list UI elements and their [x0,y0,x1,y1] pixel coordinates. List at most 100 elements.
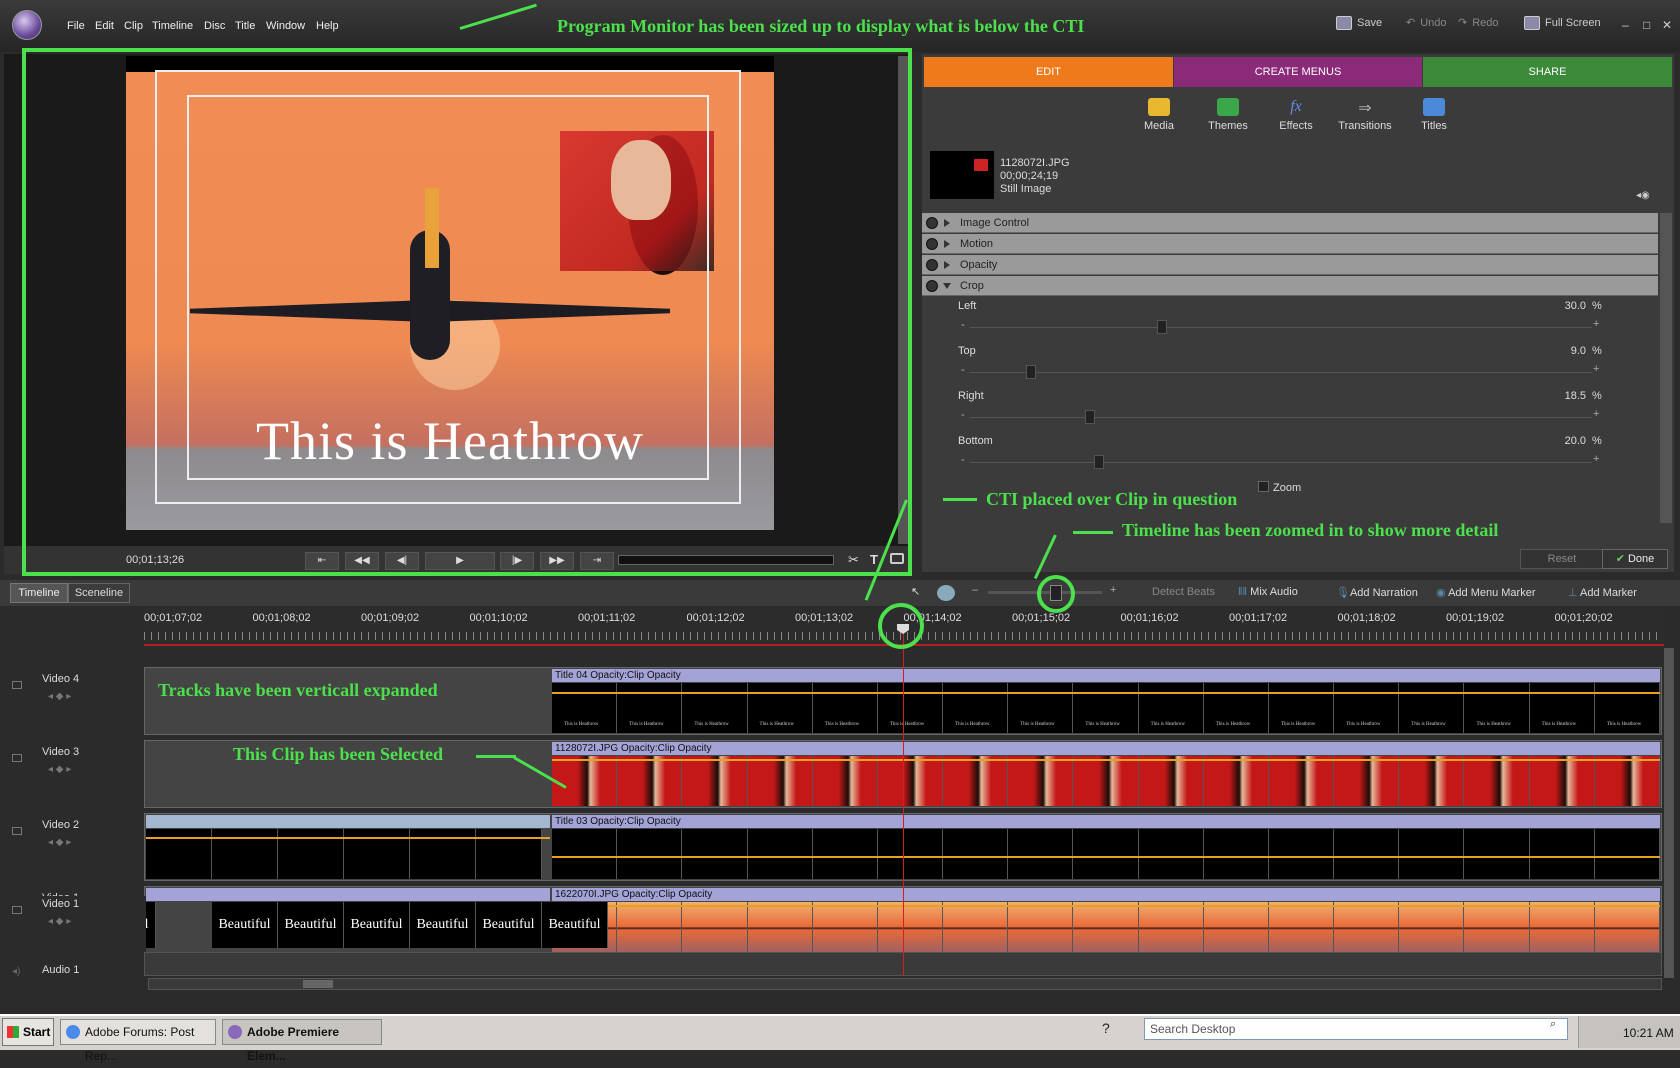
help-icon[interactable]: ? [1102,1020,1110,1036]
save-button[interactable]: Save [1336,16,1382,30]
crop-bottom-value[interactable]: 20.0 [1546,435,1586,447]
zoom-in-icon[interactable]: + [1110,584,1116,596]
prop-motion[interactable]: Motion [922,234,1658,254]
track-toggle-icon[interactable] [12,681,22,689]
opacity-line[interactable] [552,905,1660,907]
keyframe-nav-icon[interactable]: ◂ ◆ ▸ [48,764,71,775]
tab-share[interactable]: SHARE [1423,57,1672,87]
expand-icon[interactable] [944,261,950,269]
slider-thumb[interactable] [1085,410,1096,424]
zoom-out-icon[interactable]: – [972,584,978,596]
tab-create-menus[interactable]: CREATE MENUS [1174,57,1422,87]
detect-beats-button[interactable]: Detect Beats [1152,586,1215,598]
timeline-hscroll[interactable] [148,978,1662,990]
increase-icon[interactable]: + [1593,318,1599,330]
track-toggle-icon[interactable] [12,906,22,914]
add-menu-marker-button[interactable]: ◉ Add Menu Marker [1436,586,1536,599]
redo-button[interactable]: ↷ Redo [1458,16,1499,30]
crop-left-value[interactable]: 30.0 [1546,300,1586,312]
decrease-icon[interactable]: - [961,454,965,466]
expand-icon[interactable] [944,219,950,227]
search-desktop-input[interactable]: Search Desktop [1144,1018,1568,1040]
prop-opacity[interactable]: Opacity [922,255,1658,275]
increase-icon[interactable]: + [1593,453,1599,465]
crop-left-slider[interactable] [970,327,1592,328]
expand-icon[interactable] [944,240,950,248]
slider-thumb[interactable] [1156,320,1167,334]
themes-button[interactable]: Themes [1198,98,1258,132]
clip-header[interactable] [146,888,550,901]
increase-icon[interactable]: + [1593,408,1599,420]
eye-icon[interactable] [926,280,938,292]
panel-scrollbar[interactable] [1660,213,1672,523]
increase-icon[interactable]: + [1593,363,1599,375]
opacity-line[interactable] [552,692,1660,694]
decrease-icon[interactable]: - [961,319,965,331]
clip-header[interactable] [146,815,550,828]
crop-top-slider[interactable] [970,372,1592,373]
menu-file[interactable]: File [67,20,85,32]
task-adobe-forums[interactable]: Adobe Forums: Post Rep... [60,1019,216,1063]
add-narration-button[interactable]: 🎙Add Narration [1336,586,1418,599]
clip-header[interactable]: Title 03 Opacity:Clip Opacity [552,815,1660,828]
keyframe-nav-icon[interactable]: ◂ ◆ ▸ [48,916,71,927]
crop-top-value[interactable]: 9.0 [1546,345,1586,357]
selection-tool-icon[interactable]: ↖ [911,585,920,598]
opacity-line[interactable] [146,837,550,839]
keyframe-nav-icon[interactable]: ◂ ◆ ▸ [48,837,71,848]
opacity-line[interactable] [552,856,1660,858]
close-button[interactable]: ✕ [1662,18,1672,32]
zoom-checkbox[interactable] [1258,481,1269,492]
menu-title[interactable]: Title [235,20,255,32]
clip-header[interactable]: 1622070I.JPG Opacity:Clip Opacity [552,888,1660,901]
slider-thumb[interactable] [1094,455,1105,469]
crop-bottom-slider[interactable] [970,462,1592,463]
keyframe-nav-icon[interactable]: ◂ ◆ ▸ [48,691,71,702]
eye-icon[interactable] [926,217,938,229]
hscroll-thumb[interactable] [303,980,333,988]
prop-image-control[interactable]: Image Control [922,213,1658,233]
crop-right-value[interactable]: 18.5 [1546,390,1586,402]
toggle-view-icon[interactable]: ◂◉ [1636,190,1650,201]
slider-thumb[interactable] [1025,365,1036,379]
eye-icon[interactable] [926,259,938,271]
clip-header[interactable]: 1128072I.JPG Opacity:Clip Opacity [552,742,1660,755]
clip-header[interactable]: Title 04 Opacity:Clip Opacity [552,669,1660,682]
tab-sceneline[interactable]: Sceneline [68,583,130,603]
decrease-icon[interactable]: - [961,409,965,421]
opacity-line[interactable] [552,759,1660,761]
mix-audio-button[interactable]: ‖‖ Mix Audio [1238,586,1298,598]
track-toggle-icon[interactable] [12,754,22,762]
minimize-button[interactable]: – [1622,18,1629,32]
collapse-icon[interactable] [943,283,951,289]
media-button[interactable]: Media [1129,98,1189,132]
current-time-indicator[interactable] [903,626,904,976]
crop-right-slider[interactable] [970,417,1592,418]
transitions-button[interactable]: ⇒ Transitions [1335,98,1395,132]
add-marker-button[interactable]: ⊥ Add Marker [1568,586,1637,599]
reset-button[interactable]: Reset [1520,549,1604,569]
timeline-vscroll[interactable] [1664,648,1674,978]
prop-crop[interactable]: Crop [922,276,1658,296]
menu-disc[interactable]: Disc [204,20,225,32]
undo-button[interactable]: ↶ Undo [1406,16,1447,30]
menu-clip[interactable]: Clip [124,20,143,32]
fullscreen-button[interactable]: Full Screen [1524,16,1601,30]
eye-icon[interactable] [926,238,938,250]
tab-edit[interactable]: EDIT [924,57,1173,87]
track-toggle-icon[interactable] [12,827,22,835]
smart-fix-icon[interactable] [937,585,955,601]
start-button[interactable]: Start [2,1018,54,1046]
speaker-icon[interactable]: ◂) [12,966,20,977]
done-button[interactable]: ✔ Done [1602,549,1668,569]
effects-button[interactable]: fx Effects [1266,98,1326,132]
tab-timeline[interactable]: Timeline [10,583,68,603]
titles-button[interactable]: Titles [1404,98,1464,132]
task-premiere-elements[interactable]: Adobe Premiere Elem... [222,1019,382,1063]
menu-help[interactable]: Help [316,20,339,32]
menu-window[interactable]: Window [266,20,305,32]
menu-edit[interactable]: Edit [95,20,114,32]
maximize-button[interactable]: □ [1643,18,1650,32]
decrease-icon[interactable]: - [961,364,965,376]
search-icon[interactable]: ⌕ [1550,1018,1556,1031]
